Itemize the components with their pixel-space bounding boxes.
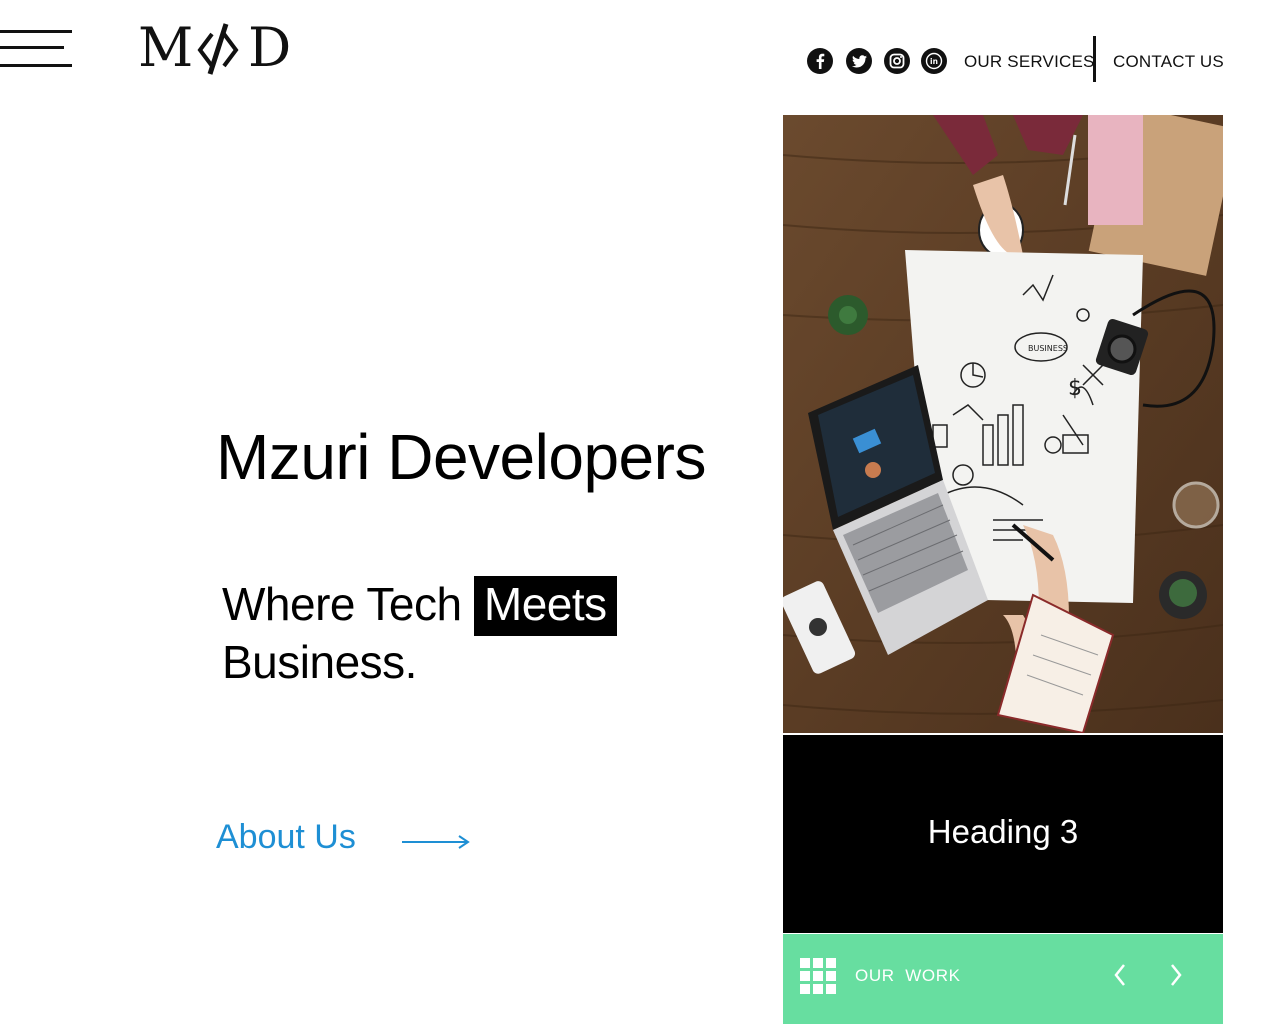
svg-text:M: M <box>138 18 193 78</box>
chevron-left-icon[interactable] <box>1108 960 1134 990</box>
about-us-link[interactable]: About Us <box>216 818 470 857</box>
hero-photo: BUSINESS $ <box>783 115 1223 733</box>
chevron-right-icon[interactable] <box>1162 960 1188 990</box>
instagram-icon[interactable] <box>884 48 910 74</box>
tagline-text-end: Business. <box>222 636 417 688</box>
svg-text:in: in <box>930 57 938 66</box>
top-navigation: in OUR SERVICES CONTACT US <box>790 36 1280 82</box>
nav-contact-us[interactable]: CONTACT US <box>1113 52 1224 72</box>
our-work-link[interactable]: OUR WORK <box>855 966 961 986</box>
nav-our-services[interactable]: OUR SERVICES <box>964 52 1095 72</box>
workspace-illustration: BUSINESS $ <box>783 115 1223 733</box>
svg-text:D: D <box>248 18 291 78</box>
about-us-label: About Us <box>216 818 356 856</box>
tagline-text: Where Tech <box>222 578 474 630</box>
card-heading: Heading 3 <box>927 813 1079 850</box>
menu-toggle-icon[interactable] <box>0 28 72 70</box>
hero-tagline: Where Tech Meets Business. <box>222 575 692 691</box>
feature-card: Heading 3 <box>783 735 1223 933</box>
hero-title: Mzuri Developers <box>216 421 706 493</box>
svg-text:$: $ <box>1068 376 1082 401</box>
facebook-icon[interactable] <box>807 48 833 74</box>
arrow-right-icon <box>401 834 470 849</box>
menu-bar-bottom <box>0 64 72 67</box>
tagline-highlight: Meets <box>473 576 617 636</box>
nav-divider <box>1093 36 1096 82</box>
svg-text:BUSINESS: BUSINESS <box>1028 344 1068 353</box>
logo-graphic: M D <box>138 16 291 79</box>
linkedin-icon[interactable]: in <box>921 48 947 74</box>
twitter-icon[interactable] <box>846 48 872 74</box>
menu-bar-middle <box>0 46 64 49</box>
brand-logo[interactable]: M D <box>138 16 308 79</box>
our-work-bar: OUR WORK <box>783 934 1223 1024</box>
menu-bar-top <box>0 30 72 33</box>
grid-menu-icon[interactable] <box>800 958 836 994</box>
